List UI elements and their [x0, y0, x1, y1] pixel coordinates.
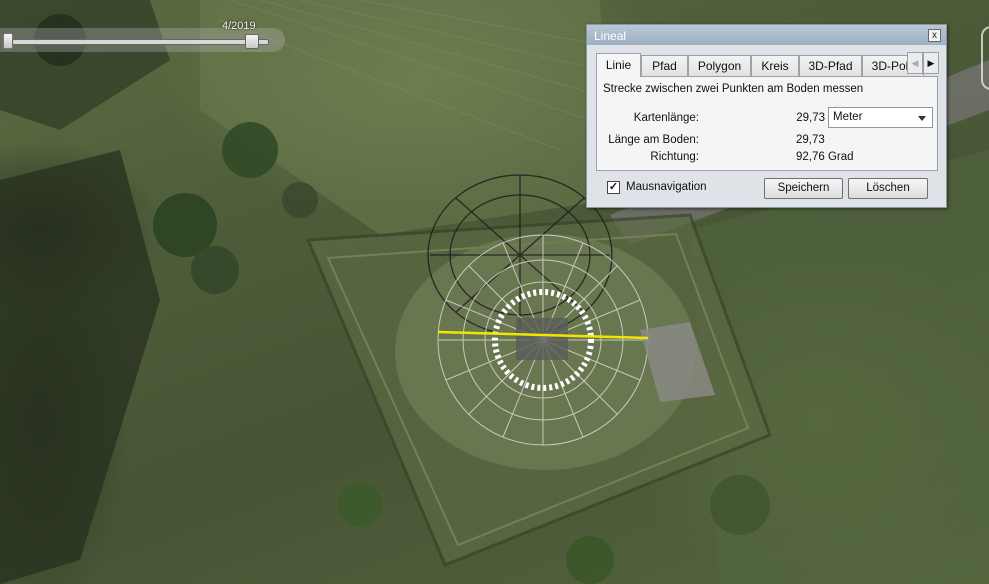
tab-label: Kreis	[761, 59, 789, 73]
chevron-down-icon	[918, 116, 926, 121]
chevron-right-icon: ▶	[927, 58, 935, 68]
timeline-thumb[interactable]	[245, 34, 260, 49]
unit-select-value: Meter	[833, 111, 863, 123]
tab-label: 3D-Pfad	[808, 59, 853, 73]
ruler-dialog: Lineal x Linie Pfad Polygon Kreis 3D-Pfa…	[586, 24, 947, 208]
timeline-track[interactable]	[12, 39, 269, 45]
dialog-titlebar[interactable]	[587, 25, 946, 45]
save-button-label: Speichern	[777, 182, 830, 194]
tab-kreis[interactable]: Kreis	[751, 55, 799, 76]
timeline-date-label: 4/2019	[222, 20, 256, 32]
ruler-tabs: Linie Pfad Polygon Kreis 3D-Pfad 3D-Poly	[596, 53, 926, 77]
tab-label: Pfad	[652, 59, 677, 73]
clear-button-label: Löschen	[866, 182, 910, 194]
tab-pfad[interactable]: Pfad	[641, 55, 688, 76]
chevron-left-icon: ◀	[911, 58, 919, 68]
mouse-navigation-label[interactable]: Mausnavigation	[626, 181, 707, 193]
tab-linie[interactable]: Linie	[596, 53, 641, 77]
map-length-label: Kartenlänge:	[633, 112, 699, 124]
mouse-navigation-checkbox[interactable]: ✓	[607, 181, 620, 194]
heading-label: Richtung:	[650, 151, 699, 163]
save-button[interactable]: Speichern	[764, 178, 843, 199]
tab-scroll-right-button[interactable]: ▶	[923, 52, 939, 74]
close-button[interactable]: x	[928, 29, 941, 42]
dialog-title: Lineal	[594, 29, 627, 43]
ground-length-label: Länge am Boden:	[608, 134, 699, 146]
clear-button[interactable]: Löschen	[848, 178, 928, 199]
tab-panel-linie: Strecke zwischen zwei Punkten am Boden m…	[596, 76, 938, 171]
tab-scroll-controls: ◀ ▶	[907, 52, 941, 76]
tab-polygon[interactable]: Polygon	[688, 55, 751, 76]
tab-scroll-left-button[interactable]: ◀	[907, 52, 923, 74]
map-length-value: 29,73	[796, 112, 825, 124]
description-text: Strecke zwischen zwei Punkten am Boden m…	[603, 83, 864, 95]
heading-value: 92,76 Grad	[796, 151, 854, 163]
tab-3d-pfad[interactable]: 3D-Pfad	[799, 55, 862, 76]
tab-label: Linie	[605, 58, 632, 72]
navigation-control-edge[interactable]	[981, 26, 989, 90]
close-icon: x	[932, 30, 937, 41]
historical-imagery-slider[interactable]: 4/2019	[0, 20, 285, 52]
unit-select[interactable]: Meter	[828, 107, 933, 128]
tab-label: Polygon	[697, 59, 742, 73]
ground-length-value: 29,73	[796, 134, 825, 146]
checkmark-icon: ✓	[608, 181, 619, 193]
